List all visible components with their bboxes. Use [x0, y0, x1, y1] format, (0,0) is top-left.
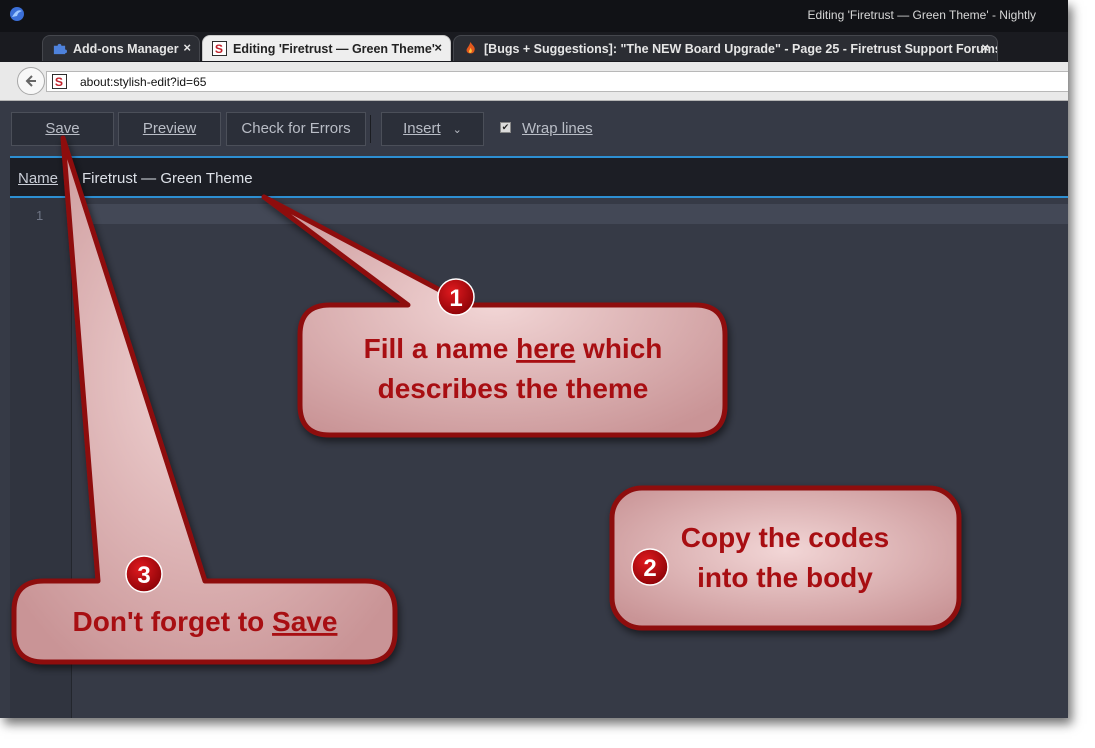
callout-2-line-2: into the body	[697, 562, 873, 593]
annotation-layer: 1 Fill a name here which describes the t…	[11, 135, 962, 665]
callout-3-line-1: Don't forget to Save	[73, 606, 338, 637]
badge-3-number: 3	[137, 562, 150, 589]
callout-1-line-2: describes the theme	[378, 373, 649, 404]
callout-1-line-1: Fill a name here which	[364, 333, 663, 364]
callout-2-line-1: Copy the codes	[681, 522, 889, 553]
badge-1-number: 1	[449, 285, 462, 312]
badge-2-number: 2	[643, 555, 656, 582]
